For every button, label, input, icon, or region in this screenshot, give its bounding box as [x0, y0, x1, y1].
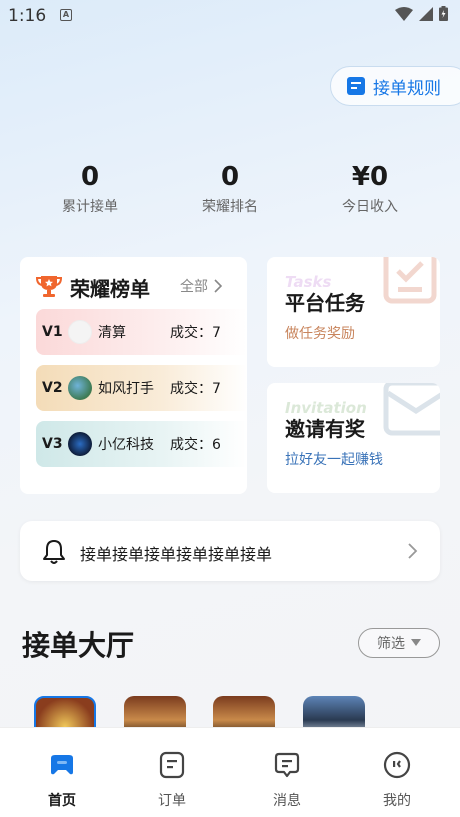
gamepad-icon [51, 755, 73, 775]
avatar [68, 432, 92, 456]
tab-label: 我的 [383, 793, 411, 809]
stat-value: ¥0 [351, 162, 389, 192]
profile-icon [383, 751, 411, 779]
ranking-card[interactable]: 荣耀榜单 全部 V1 清算 成交：7 V2 如风打手 成交：7 V3 小亿科技 … [20, 257, 247, 494]
ranking-row[interactable]: V1 清算 成交：7 [36, 309, 247, 355]
platform-task-card[interactable]: Tasks 平台任务 做任务奖励 [267, 257, 440, 367]
status-icons [395, 6, 448, 21]
platform-task-subtitle: 做任务奖励 [285, 326, 355, 342]
battery-icon [439, 6, 448, 21]
document-icon [347, 77, 365, 95]
chevron-right-icon [408, 543, 418, 559]
ranking-row[interactable]: V2 如风打手 成交：7 [36, 365, 247, 411]
stat-value: 0 [80, 162, 100, 192]
avatar [68, 376, 92, 400]
rank-deal: 成交：7 [170, 325, 221, 341]
tab-label: 订单 [158, 793, 186, 809]
notice-text: 接单接单接单接单接单接单 [80, 545, 273, 564]
rules-button-label: 接单规则 [373, 78, 441, 99]
stats-row: 0 累计接单 0 荣耀排名 ¥0 今日收入 [0, 160, 460, 220]
platform-task-title: 平台任务 [285, 291, 365, 315]
invite-card[interactable]: Invitation 邀请有奖 拉好友一起赚钱 [267, 383, 440, 493]
tab-orders[interactable]: 订单 [142, 750, 202, 810]
task-checklist-icon [383, 257, 437, 304]
rules-button[interactable]: 接单规则 [330, 66, 460, 106]
trophy-icon [36, 276, 62, 297]
rank-deal: 成交：6 [170, 437, 221, 453]
status-bar: 1:16 A [0, 0, 460, 32]
stat-label: 荣耀排名 [202, 199, 258, 215]
stat-total-orders: 0 累计接单 [30, 160, 150, 216]
message-icon [274, 752, 300, 778]
chevron-right-icon [214, 279, 222, 293]
ranking-row[interactable]: V3 小亿科技 成交：6 [36, 421, 247, 467]
notice-bar[interactable]: 接单接单接单接单接单接单 [20, 521, 440, 581]
stat-label: 今日收入 [342, 199, 398, 215]
rank-level: V3 [42, 436, 63, 452]
order-icon [159, 751, 185, 779]
tab-home[interactable]: 首页 [32, 750, 92, 810]
filter-button[interactable]: 筛选 [358, 628, 440, 658]
ranking-all-label: 全部 [180, 279, 208, 295]
ranking-title: 荣耀榜单 [70, 277, 150, 301]
tab-profile[interactable]: 我的 [367, 750, 427, 810]
stat-honor-rank: 0 荣耀排名 [170, 160, 290, 216]
bell-icon [43, 540, 65, 564]
order-hall-title: 接单大厅 [22, 629, 135, 662]
status-time: 1:16 [8, 6, 47, 26]
rank-name: 如风打手 [98, 381, 154, 397]
stat-today-income: ¥0 今日收入 [310, 160, 430, 216]
invite-title: 邀请有奖 [285, 417, 365, 441]
filter-label: 筛选 [377, 636, 405, 652]
notification-a-icon: A [60, 9, 72, 21]
rank-deal: 成交：7 [170, 381, 221, 397]
tab-label: 首页 [48, 793, 76, 809]
rank-level: V2 [42, 380, 63, 396]
envelope-icon [383, 383, 440, 436]
avatar [68, 320, 92, 344]
signal-icon [419, 6, 433, 21]
invite-subtitle: 拉好友一起赚钱 [285, 452, 383, 468]
stat-value: 0 [220, 162, 240, 192]
rank-name: 小亿科技 [98, 437, 154, 453]
stat-label: 累计接单 [62, 199, 118, 215]
wifi-icon [395, 6, 413, 21]
caret-down-icon [411, 639, 421, 646]
tab-label: 消息 [273, 793, 301, 809]
ranking-all-link[interactable]: 全部 [180, 276, 222, 296]
rank-name: 清算 [98, 325, 126, 341]
rank-level: V1 [42, 324, 63, 340]
tab-messages[interactable]: 消息 [257, 750, 317, 810]
bottom-tab-bar: 首页 订单 消息 我的 [0, 727, 460, 817]
